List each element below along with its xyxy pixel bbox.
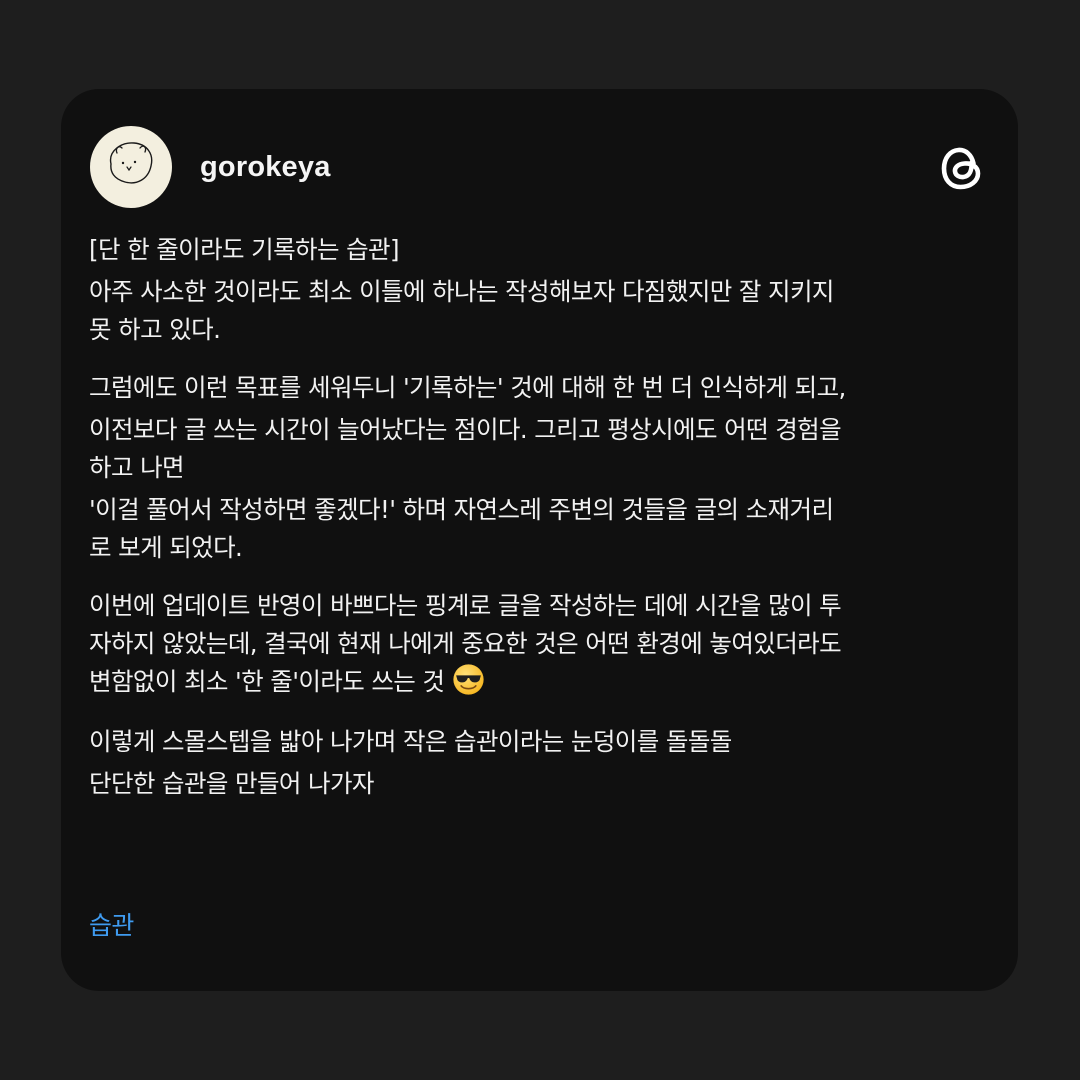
post-text-line: '이걸 풀어서 작성하면 좋겠다!' 하며 자연스레 주변의 것들을 글의 소재… (89, 495, 834, 524)
post-card: gorokeya [단 한 줄이라도 기록하는 습관] 아주 사소한 것이라도 … (61, 89, 1018, 991)
post-text-line: 아주 사소한 것이라도 최소 이틀에 하나는 작성해보자 다짐했지만 잘 지키지 (89, 277, 834, 306)
post-text-line: 이전보다 글 쓰는 시간이 늘어났다는 점이다. 그리고 평상시에도 어떤 경험… (89, 415, 842, 444)
post-paragraph: [단 한 줄이라도 기록하는 습관] 아주 사소한 것이라도 최소 이틀에 하나… (89, 231, 989, 349)
post-text-line: 단단한 습관을 만들어 나가자 (89, 769, 374, 798)
post-text-fragment: 변함없이 최소 '한 줄'이라도 쓰는 것 (89, 667, 445, 696)
hashtag-link[interactable]: 습관 (89, 907, 134, 945)
post-text-line: 이번에 업데이트 반영이 바쁘다는 핑계로 글을 작성하는 데에 시간을 많이 … (89, 591, 842, 620)
post-text-line: 로 보게 되었다. (89, 533, 243, 562)
post-paragraph: 이렇게 스몰스텝을 밟아 나가며 작은 습관이라는 눈덩이를 돌돌돌 단단한 습… (89, 723, 989, 803)
post-text-line: 그럼에도 이런 목표를 세워두니 '기록하는' 것에 대해 한 번 더 인식하게… (89, 373, 846, 402)
doodle-avatar-icon (109, 142, 153, 184)
smiling-face-with-sunglasses-icon (453, 664, 484, 695)
post-text-line: 변함없이 최소 '한 줄'이라도 쓰는 것 (89, 663, 989, 701)
post-paragraph: 이번에 업데이트 반영이 바쁘다는 핑계로 글을 작성하는 데에 시간을 많이 … (89, 587, 989, 701)
post-body: [단 한 줄이라도 기록하는 습관] 아주 사소한 것이라도 최소 이틀에 하나… (89, 231, 989, 803)
threads-logo-icon[interactable] (940, 143, 986, 193)
post-text-line: 하고 나면 (89, 453, 185, 482)
username[interactable]: gorokeya (200, 150, 331, 184)
post-text-line: 못 하고 있다. (89, 315, 221, 344)
post-text-line: [단 한 줄이라도 기록하는 습관] (89, 235, 400, 264)
post-text-line: 이렇게 스몰스텝을 밟아 나가며 작은 습관이라는 눈덩이를 돌돌돌 (89, 727, 732, 756)
avatar[interactable] (90, 126, 172, 208)
post-paragraph: 그럼에도 이런 목표를 세워두니 '기록하는' 것에 대해 한 번 더 인식하게… (89, 369, 989, 567)
post-text-line: 자하지 않았는데, 결국에 현재 나에게 중요한 것은 어떤 환경에 놓여있더라… (89, 629, 842, 658)
